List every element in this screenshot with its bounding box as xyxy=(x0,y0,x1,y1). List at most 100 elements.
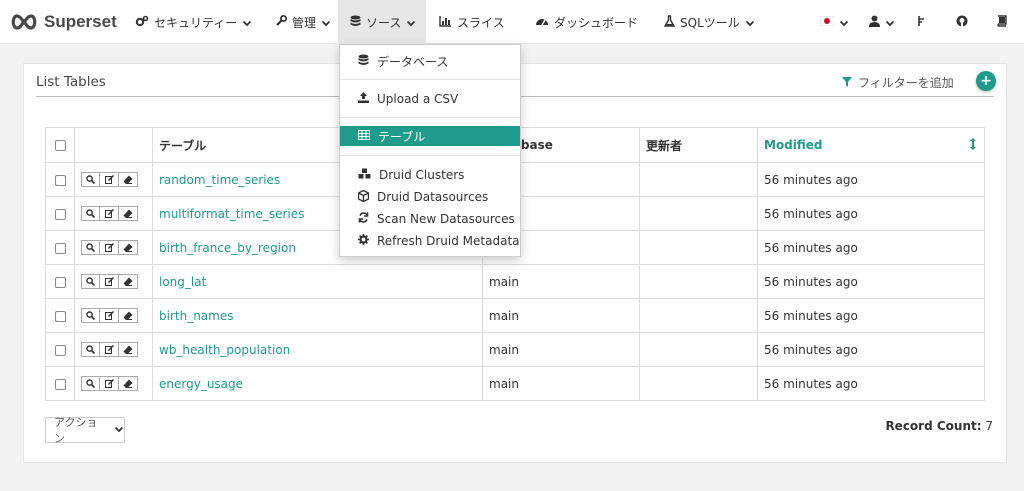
delete-record-button[interactable] xyxy=(119,274,138,289)
version-link[interactable] xyxy=(916,0,926,44)
nav-sql-tools[interactable]: SQLツール xyxy=(663,0,755,44)
menu-item-refresh-druid-metadata[interactable]: Refresh Druid Metadata xyxy=(340,231,520,251)
table-icon xyxy=(358,129,370,143)
cubes-icon xyxy=(358,168,371,182)
documentation-link[interactable] xyxy=(996,0,1008,44)
row-select-cell xyxy=(45,196,75,231)
row-checkbox[interactable] xyxy=(54,378,66,390)
edit-record-button[interactable] xyxy=(100,206,119,221)
eraser-icon xyxy=(123,309,133,323)
column-header-changed-by[interactable]: 更新者 xyxy=(639,127,758,163)
row-actions-cell xyxy=(74,366,153,401)
github-link[interactable] xyxy=(956,0,968,44)
row-actions-cell xyxy=(74,264,153,299)
brand[interactable]: Superset xyxy=(10,10,117,34)
table-name-link[interactable]: birth_france_by_region xyxy=(159,241,296,255)
top-navbar: Superset セキュリティー 管理 ソース スライス ダッシュボード SQL… xyxy=(0,0,1024,44)
row-modified-cell: 56 minutes ago xyxy=(757,366,985,401)
menu-item-upload-csv[interactable]: Upload a CSV xyxy=(340,89,520,109)
search-icon xyxy=(86,207,96,221)
dashboard-icon xyxy=(535,15,549,30)
menu-item-databases[interactable]: データベース xyxy=(340,51,520,71)
record-count-value: 7 xyxy=(985,419,993,433)
row-select-cell xyxy=(45,366,75,401)
edit-record-button[interactable] xyxy=(100,172,119,187)
row-checkbox[interactable] xyxy=(54,344,66,356)
table-name-link[interactable]: birth_names xyxy=(159,309,233,323)
delete-record-button[interactable] xyxy=(119,172,138,187)
add-filter-button[interactable]: フィルターを追加 xyxy=(842,74,954,91)
edit-icon xyxy=(104,275,114,289)
book-icon xyxy=(996,14,1008,30)
menu-item-tables[interactable]: テーブル xyxy=(340,126,520,146)
filter-icon xyxy=(842,76,852,90)
select-all-checkbox[interactable] xyxy=(54,140,66,151)
edit-record-button[interactable] xyxy=(100,342,119,357)
chevron-down-icon xyxy=(114,424,124,437)
search-icon xyxy=(86,309,96,323)
row-table-name-cell: long_lat xyxy=(152,264,483,299)
user-menu[interactable] xyxy=(869,0,895,44)
row-database-cell: main xyxy=(482,332,640,367)
row-modified-cell: 56 minutes ago xyxy=(757,298,985,333)
show-record-button[interactable] xyxy=(81,342,100,357)
show-record-button[interactable] xyxy=(81,308,100,323)
delete-record-button[interactable] xyxy=(119,342,138,357)
table-name-link[interactable]: random_time_series xyxy=(159,173,280,187)
row-modified-cell: 56 minutes ago xyxy=(757,264,985,299)
edit-record-button[interactable] xyxy=(100,274,119,289)
column-header-modified[interactable]: Modified xyxy=(757,127,985,163)
flask-icon xyxy=(663,14,676,30)
row-actions-cell xyxy=(74,298,153,333)
menu-divider xyxy=(340,117,520,118)
row-table-name-cell: energy_usage xyxy=(152,366,483,401)
user-icon xyxy=(869,15,880,30)
row-checkbox[interactable] xyxy=(54,174,66,186)
bulk-action-dropdown[interactable]: アクション xyxy=(45,416,125,445)
sources-dropdown-menu: データベース Upload a CSV テーブル Druid Clusters … xyxy=(339,44,521,257)
edit-record-button[interactable] xyxy=(100,376,119,391)
edit-record-button[interactable] xyxy=(100,240,119,255)
nav-sources[interactable]: ソース xyxy=(338,0,426,44)
add-filter-label: フィルターを追加 xyxy=(858,76,954,90)
nav-manage-label: 管理 xyxy=(292,15,317,30)
nav-dashboards[interactable]: ダッシュボード xyxy=(535,0,638,44)
edit-icon xyxy=(104,343,114,357)
delete-record-button[interactable] xyxy=(119,206,138,221)
chevron-down-icon xyxy=(839,17,849,27)
eraser-icon xyxy=(123,343,133,357)
row-checkbox[interactable] xyxy=(54,242,66,254)
show-record-button[interactable] xyxy=(81,274,100,289)
delete-record-button[interactable] xyxy=(119,376,138,391)
table-name-link[interactable]: wb_health_population xyxy=(159,343,290,357)
show-record-button[interactable] xyxy=(81,376,100,391)
nav-security[interactable]: セキュリティー xyxy=(135,0,252,44)
upload-icon xyxy=(358,92,369,106)
edit-icon xyxy=(104,377,114,391)
menu-item-label: データベース xyxy=(377,54,449,69)
table-name-link[interactable]: long_lat xyxy=(159,275,206,289)
language-selector[interactable] xyxy=(819,0,849,44)
row-checkbox[interactable] xyxy=(54,276,66,288)
show-record-button[interactable] xyxy=(81,206,100,221)
delete-record-button[interactable] xyxy=(119,240,138,255)
search-icon xyxy=(86,343,96,357)
menu-item-druid-clusters[interactable]: Druid Clusters xyxy=(340,165,520,185)
menu-item-label: Upload a CSV xyxy=(377,92,459,106)
nav-manage[interactable]: 管理 xyxy=(275,0,331,44)
add-record-button[interactable]: + xyxy=(976,71,996,91)
show-record-button[interactable] xyxy=(81,240,100,255)
page-title: List Tables xyxy=(36,74,106,90)
menu-item-druid-datasources[interactable]: Druid Datasources xyxy=(340,187,520,207)
menu-item-scan-new-datasources[interactable]: Scan New Datasources xyxy=(340,209,520,229)
nav-slices[interactable]: スライス xyxy=(439,0,505,44)
delete-record-button[interactable] xyxy=(119,308,138,323)
row-modified-cell: 56 minutes ago xyxy=(757,332,985,367)
table-name-link[interactable]: energy_usage xyxy=(159,377,243,391)
row-checkbox[interactable] xyxy=(54,208,66,220)
show-record-button[interactable] xyxy=(81,172,100,187)
row-checkbox[interactable] xyxy=(54,310,66,322)
table-name-link[interactable]: multiformat_time_series xyxy=(159,207,304,221)
row-table-name-cell: wb_health_population xyxy=(152,332,483,367)
edit-record-button[interactable] xyxy=(100,308,119,323)
